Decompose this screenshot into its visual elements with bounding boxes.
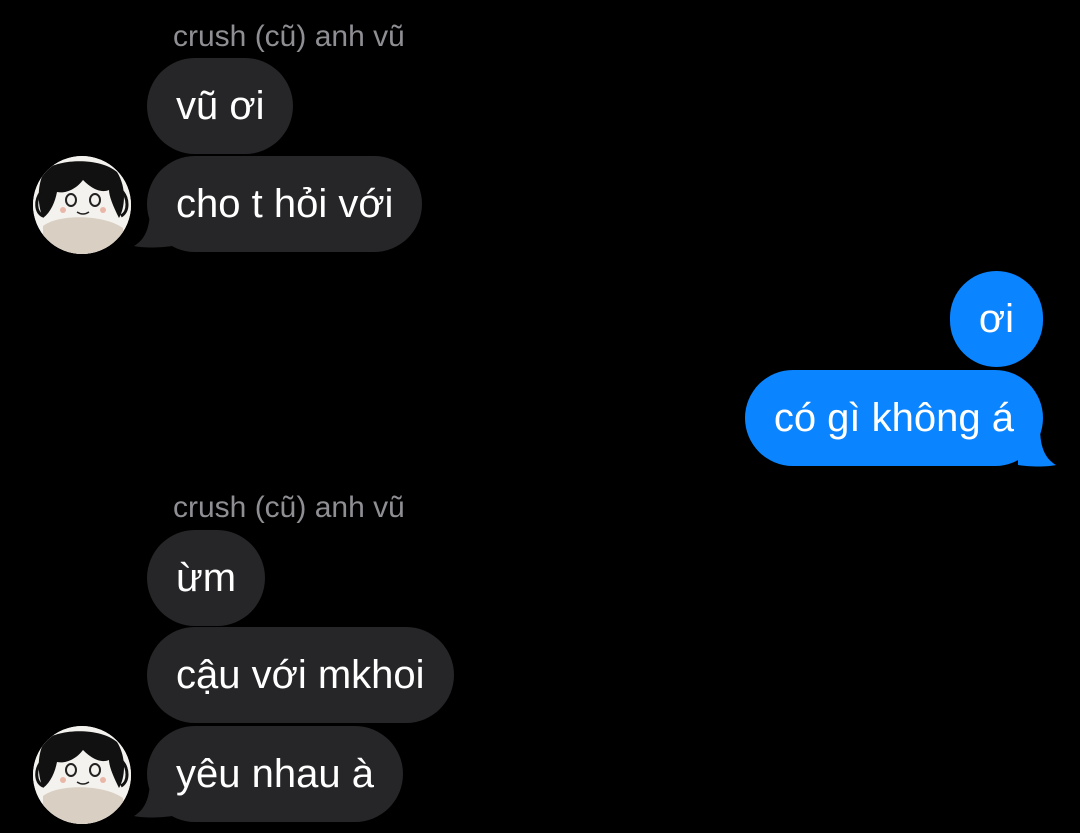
- anime-girl-avatar-icon: [33, 726, 131, 824]
- incoming-message-bubble[interactable]: vũ ơi: [147, 58, 294, 154]
- sender-name: crush (cũ) anh vũ: [173, 491, 405, 524]
- avatar[interactable]: [33, 156, 131, 254]
- sender-name: crush (cũ) anh vũ: [173, 20, 405, 53]
- incoming-message-bubble[interactable]: cậu với mkhoi: [147, 627, 454, 723]
- incoming-message-bubble[interactable]: ừm: [147, 530, 266, 626]
- avatar[interactable]: [33, 726, 131, 824]
- outgoing-message-bubble[interactable]: có gì không á: [744, 370, 1043, 466]
- outgoing-message-bubble[interactable]: ơi: [949, 271, 1043, 367]
- anime-girl-avatar-icon: [33, 156, 131, 254]
- incoming-message-bubble[interactable]: yêu nhau à: [147, 726, 403, 822]
- incoming-message-bubble[interactable]: cho t hỏi với: [147, 156, 423, 252]
